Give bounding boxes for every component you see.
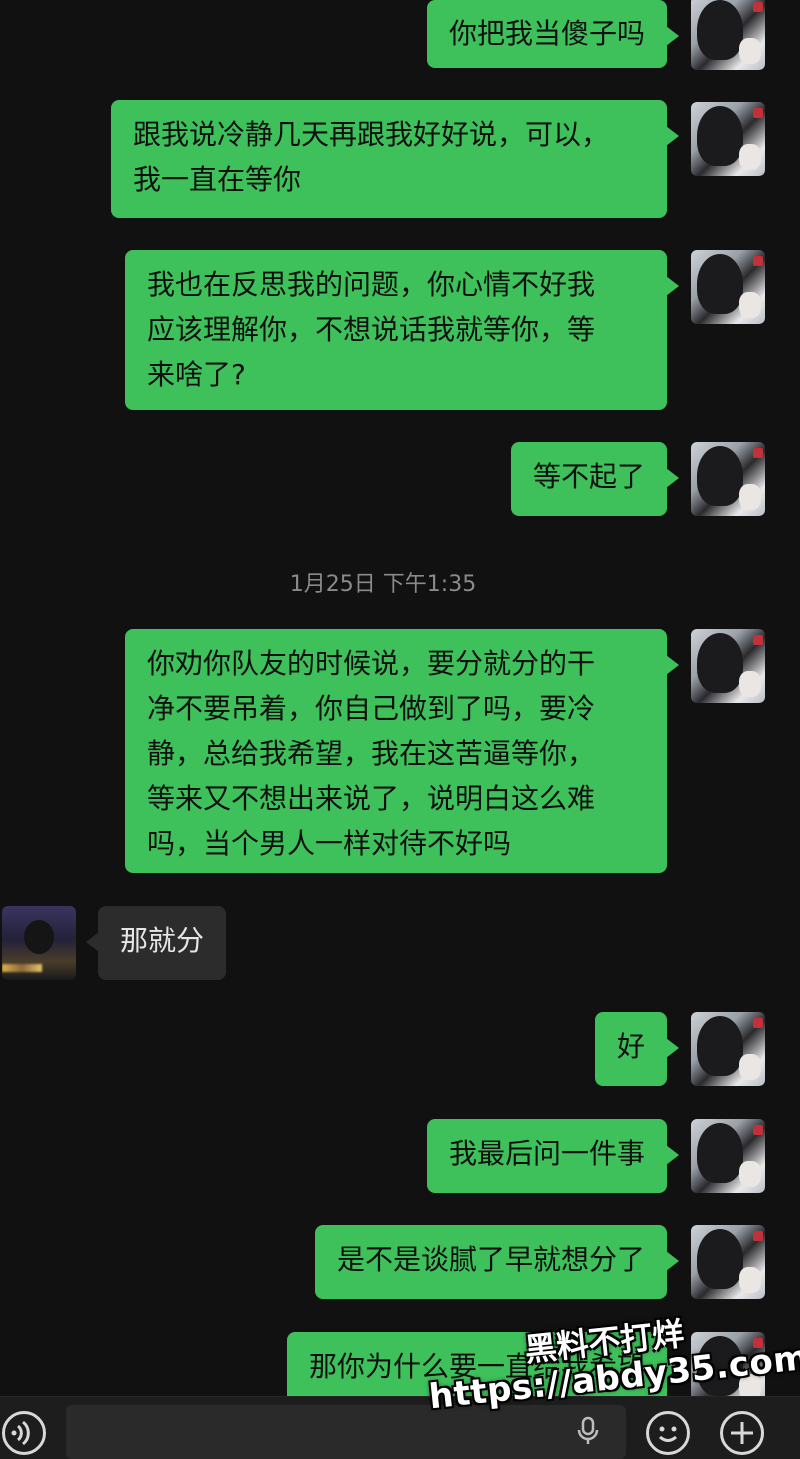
- message-bubble-outgoing[interactable]: 跟我说冷静几天再跟我好好说，可以， 我一直在等你: [111, 100, 679, 218]
- message-bubble-outgoing[interactable]: 等不起了: [510, 442, 680, 516]
- self-avatar[interactable]: [691, 0, 765, 70]
- self-avatar[interactable]: [691, 629, 765, 703]
- self-avatar[interactable]: [691, 1119, 765, 1193]
- message-text-line: 吗，当个男人一样对待不好吗: [147, 827, 512, 860]
- message-bubble-outgoing[interactable]: 我最后问一件事: [426, 1119, 680, 1193]
- message-bubble-outgoing[interactable]: 好: [594, 1012, 680, 1086]
- message-text: 那就分: [120, 924, 205, 957]
- message-bubble-outgoing[interactable]: 你劝你队友的时候说，要分就分的干 净不要吊着，你自己做到了吗，要冷 静，总给我希…: [125, 629, 679, 873]
- message-text-line: 你劝你队友的时候说，要分就分的干: [147, 647, 596, 680]
- voice-icon-glyph: [11, 1420, 30, 1446]
- self-avatar[interactable]: [691, 102, 765, 176]
- message-text: 好: [616, 1030, 645, 1063]
- message-bubble-outgoing[interactable]: 你把我当傻子吗: [426, 0, 680, 68]
- chat-timestamp: 1月25日 下午1:35: [289, 572, 477, 597]
- message-text-line: 应该理解你，不想说话我就等你，等: [147, 313, 596, 346]
- message-text-line: 我也在反思我的问题，你心情不好我: [147, 268, 596, 301]
- self-avatar[interactable]: [691, 1012, 765, 1086]
- self-avatar[interactable]: [691, 442, 765, 516]
- message-text: 等不起了: [532, 460, 645, 493]
- message-text-line: 跟我说冷静几天再跟我好好说，可以，: [133, 118, 610, 151]
- voice-icon[interactable]: [2, 1411, 46, 1455]
- message-text-line: 静，总给我希望，我在这苦逼等你，: [147, 737, 596, 770]
- message-text: 你把我当傻子吗: [448, 17, 645, 50]
- message-text-line: 来啥了?: [147, 358, 246, 391]
- message-bubble-outgoing[interactable]: 我也在反思我的问题，你心情不好我 应该理解你，不想说话我就等你，等 来啥了?: [125, 250, 679, 410]
- message-bubble-outgoing[interactable]: 是不是谈腻了早就想分了: [314, 1225, 680, 1299]
- message-text-line: 我一直在等你: [133, 163, 302, 196]
- self-avatar[interactable]: [691, 250, 765, 324]
- self-avatar[interactable]: [691, 1225, 765, 1299]
- message-text-line: 等来又不想出来说了，说明白这么难: [147, 782, 596, 815]
- message-text: 我最后问一件事: [448, 1137, 645, 1170]
- chat-screen: 你把我当傻子吗 跟我说冷静几天再跟我好好说，可以， 我一直在等你 我也在反思我的…: [0, 0, 800, 1459]
- message-text-line: 净不要吊着，你自己做到了吗，要冷: [147, 692, 596, 725]
- message-bubble-incoming[interactable]: 那就分: [85, 906, 227, 980]
- contact-avatar[interactable]: [2, 906, 76, 980]
- message-text: 是不是谈腻了早就想分了: [336, 1243, 645, 1276]
